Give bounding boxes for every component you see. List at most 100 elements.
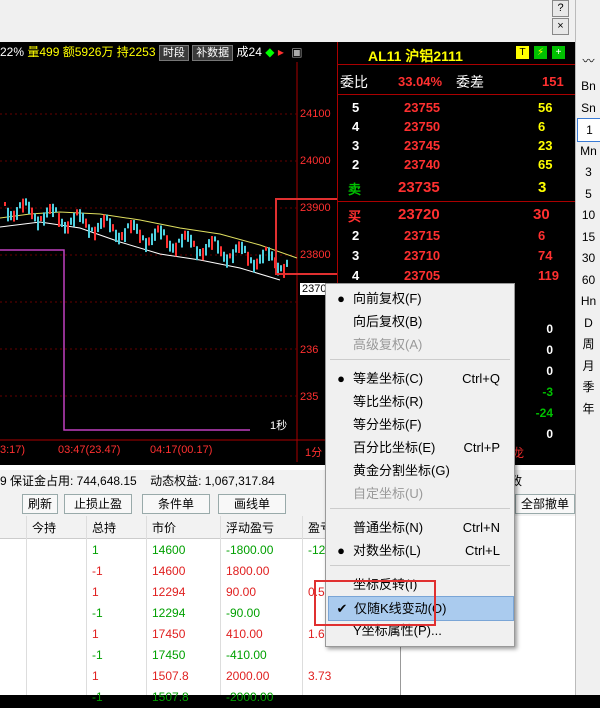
radio-dot-icon: ● [337,543,345,558]
period-6-button[interactable]: 10 [577,204,600,226]
candle [208,239,210,248]
candle [49,203,51,215]
row-price: 1507.8 [152,690,189,704]
close-button[interactable]: × [552,18,569,35]
candle [67,221,69,234]
period-7-button[interactable]: 15 [577,226,600,248]
candle [262,249,264,264]
period-8-button[interactable]: 30 [577,247,600,269]
period-12-button[interactable]: 周 [577,333,600,355]
info-pct: 22% [0,45,25,59]
candle [136,223,138,234]
price-label-235: 235 [300,391,319,403]
header-total-hold[interactable]: 总持 [92,519,116,536]
menu-separator [330,359,510,360]
period-3-button[interactable]: Mn [577,140,600,162]
period-tag[interactable]: 时段 [158,45,189,61]
diamond-icon: ◆ [265,45,275,59]
candle [223,251,225,262]
row-total: -1 [92,606,103,620]
refresh-button[interactable]: 刷新 [22,494,58,514]
period-9-button[interactable]: 60 [577,269,600,291]
right-value: 0 [546,322,553,336]
buy-vol: 119 [538,268,559,283]
radio-dot-icon: ● [337,371,345,386]
price-label-24100: 24100 [300,108,331,120]
cancel-all-button[interactable]: 全部撤单 [515,494,575,514]
period-13-button[interactable]: 月 [577,355,600,377]
menu-item[interactable]: ● 等差坐标(C) Ctrl+Q [328,367,512,390]
period-15-button[interactable]: 年 [577,398,600,420]
candle [220,246,222,257]
menu-item[interactable]: 向后复权(B) [328,310,512,333]
period-4-button[interactable]: 3 [577,161,600,183]
menu-item[interactable]: 百分比坐标(E) Ctrl+P [328,436,512,459]
highlight-box [314,580,436,626]
candle [16,207,18,220]
kline-chart[interactable]: 24100 24000 23900 23800 2370 236 235 1秒 … [0,62,357,462]
candle [94,226,96,241]
menu-item[interactable]: 等比坐标(R) [328,390,512,413]
candle [61,218,63,227]
candle [4,202,6,206]
menu-item[interactable]: 普通坐标(N) Ctrl+N [328,516,512,539]
line-order-button[interactable]: 画线单 [218,494,286,514]
menu-item[interactable]: ● 向前复权(F) [328,287,512,310]
candle [229,253,231,259]
period-1-button[interactable]: Sn [577,97,600,119]
chart-canvas[interactable] [0,62,357,462]
header-market-price[interactable]: 市价 [152,519,176,536]
candle [175,242,177,257]
menu-item-shortcut: Ctrl+L [464,543,500,558]
chart-tool-icon[interactable]: 〰 [577,50,600,72]
table-row[interactable]: -1 1507.8 -2000.00 [0,687,400,708]
menu-item-label: 黄金分割坐标(G) [353,463,450,478]
buy1-row[interactable]: 买 23720 30 [338,204,576,224]
help-button[interactable]: ? [552,0,569,17]
row-price: 14600 [152,564,186,578]
sell-row[interactable]: 3 23745 23 [338,136,576,156]
menu-item-label: 向后复权(B) [353,314,423,329]
header-float-pl[interactable]: 浮动盈亏 [226,519,274,536]
lightning-icon[interactable]: ⚡ [534,46,547,59]
buy-vol: 6 [538,228,546,243]
condition-order-button[interactable]: 条件单 [142,494,210,514]
buy-price: 23705 [404,268,441,283]
candle [181,233,183,248]
sell-row[interactable]: 2 23740 65 [338,155,576,175]
period-0-button[interactable]: Bn [577,75,600,97]
table-row[interactable]: 1 1507.8 2000.00 3.73 [0,666,400,687]
candle [82,212,84,224]
buy-row[interactable]: 2 23715 6 [338,226,576,246]
period-2-button[interactable]: 1 [577,118,600,142]
period-11-button[interactable]: D [577,312,600,334]
buy-row[interactable]: 3 23710 74 [338,246,576,266]
period-10-button[interactable]: Hn [577,290,600,312]
sell1-row[interactable]: 卖 23735 3 [338,177,576,197]
candle [112,224,114,232]
info-hold: 持2253 [116,45,156,59]
price-label-236: 236 [300,344,319,356]
period-14-button[interactable]: 季 [577,376,600,398]
sell-row[interactable]: 4 23750 6 [338,117,576,137]
menu-item[interactable]: 等分坐标(F) [328,413,512,436]
period-5-button[interactable]: 5 [577,183,600,205]
sell-vol: 56 [538,100,553,115]
sell-row[interactable]: 5 23755 56 [338,98,576,118]
t-icon[interactable]: T [516,46,529,59]
right-value: -24 [535,406,553,420]
menu-separator [330,565,510,566]
supplement-data-tag[interactable]: 补数据 [192,45,234,61]
candle [256,258,258,270]
stop-loss-button[interactable]: 止损止盈 [64,494,132,514]
arrow-icon[interactable]: ▸ [278,45,284,59]
candle [187,230,189,242]
candle [52,203,54,218]
plus-icon[interactable]: + [552,46,565,59]
candle [85,218,87,228]
table-row[interactable]: -1 17450 -410.00 [0,645,400,666]
menu-item[interactable]: 黄金分割坐标(G) [328,459,512,482]
small-square-icon[interactable]: ▣ [291,45,302,59]
header-today-hold[interactable]: 今持 [32,519,56,536]
menu-item[interactable]: ● 对数坐标(L) Ctrl+L [328,539,512,562]
